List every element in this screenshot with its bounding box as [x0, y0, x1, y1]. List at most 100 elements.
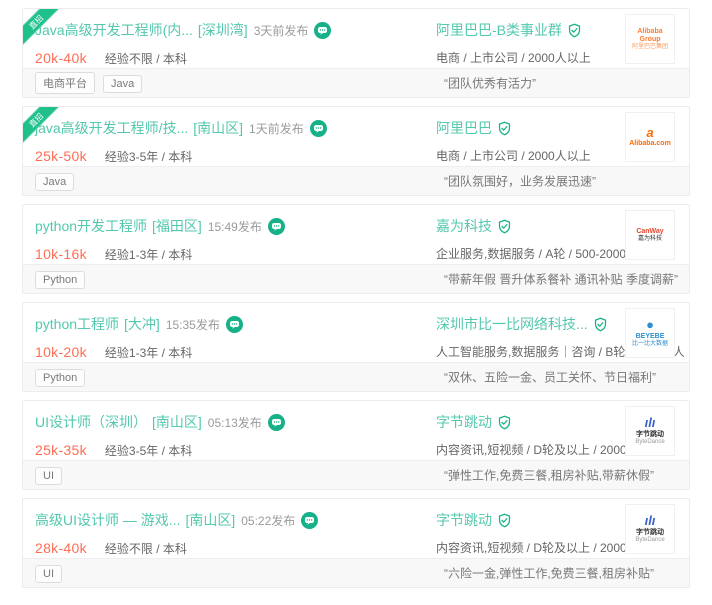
job-title-link[interactable]: Java高级开发工程师(内... [深圳湾] [35, 20, 248, 40]
company-welfare-quote: “团队优秀有活力” [444, 75, 536, 92]
company-column: 嘉为科技 企业服务,数据服务 / A轮 / 500-2000人 [436, 216, 638, 262]
chat-bubble-icon[interactable] [226, 316, 243, 333]
experience-education: 经验3-5年 / 本科 [105, 442, 192, 459]
job-title[interactable]: python开发工程师 [35, 216, 147, 236]
shield-check-icon [567, 23, 582, 38]
job-title[interactable]: python工程师 [35, 314, 119, 334]
logo-symbol: ılı [645, 416, 656, 431]
job-title-link[interactable]: 高级UI设计师 — 游戏... [南山区] [35, 510, 235, 530]
chat-bubble-icon[interactable] [268, 414, 285, 431]
job-location[interactable]: [南山区] [185, 510, 235, 530]
company-column: 阿里巴巴-B类事业群 电商 / 上市公司 / 2000人以上 [436, 20, 591, 66]
company-welfare-quote: “双休、五险一金、员工关怀、节日福利” [444, 369, 656, 386]
job-card-footer: 电商平台 Java “团队优秀有活力” [23, 68, 689, 97]
tag-list: 电商平台 Java [35, 72, 150, 94]
company-welfare-quote: “带薪年假 晋升体系餐补 通讯补贴 季度调薪” [444, 271, 678, 288]
company-name[interactable]: 嘉为科技 [436, 216, 492, 236]
job-card-footer: Python “双休、五险一金、员工关怀、节日福利” [23, 362, 689, 391]
job-card[interactable]: 高级UI设计师 — 游戏... [南山区] 05:22发布 28k [22, 498, 690, 588]
company-name[interactable]: 字节跳动 [436, 412, 492, 432]
publish-time: 05:22发布 [241, 512, 295, 529]
job-card-main: python开发工程师 [福田区] 15:49发布 10k-16k [23, 205, 689, 264]
job-title-link[interactable]: python开发工程师 [福田区] [35, 216, 202, 236]
logo-line1: Alibaba Group [626, 28, 674, 44]
company-name[interactable]: 阿里巴巴-B类事业群 [436, 20, 562, 40]
logo-line1: 字节跳动 [636, 431, 664, 439]
experience-education: 经验1-3年 / 本科 [105, 344, 192, 361]
company-welfare-quote: “六险一金,弹性工作,免费三餐,租房补贴” [444, 565, 654, 582]
logo-line1: Alibaba.com [629, 140, 671, 148]
job-tag: Python [35, 369, 85, 387]
logo-line1: CanWay [636, 228, 663, 236]
job-title-link[interactable]: UI设计师（深圳） [南山区] [35, 412, 202, 432]
logo-line2: 比一比大数据 [632, 341, 668, 348]
company-logo: Alibaba Group 阿里巴巴集团 [625, 14, 675, 64]
logo-line1: BEYEBE [636, 333, 665, 341]
job-card-footer: UI “六险一金,弹性工作,免费三餐,租房补贴” [23, 558, 689, 587]
job-card[interactable]: UI设计师（深圳） [南山区] 05:13发布 25k-35k [22, 400, 690, 490]
logo-line2: ByteDance [635, 439, 664, 446]
chat-bubble-icon[interactable] [268, 218, 285, 235]
job-title[interactable]: 高级UI设计师 — 游戏... [35, 510, 180, 530]
chat-bubble-icon[interactable] [301, 512, 318, 529]
direct-hire-ribbon: 直招 [22, 8, 64, 50]
salary: 25k-50k [35, 148, 87, 164]
experience-education: 经验3-5年 / 本科 [105, 148, 192, 165]
job-location[interactable]: [福田区] [152, 216, 202, 236]
company-name[interactable]: 阿里巴巴 [436, 118, 492, 138]
shield-check-icon [497, 121, 512, 136]
job-location[interactable]: [南山区] [193, 118, 243, 138]
publish-time: 1天前发布 [249, 120, 304, 137]
logo-line2: 阿里巴巴集团 [632, 44, 668, 51]
job-card-footer: Java “团队氛围好，业务发展迅速” [23, 166, 689, 195]
tag-list: Python [35, 270, 93, 289]
company-name[interactable]: 字节跳动 [436, 510, 492, 530]
job-location[interactable]: [南山区] [152, 412, 202, 432]
job-card[interactable]: 直招 Java高级开发工程师(内... [深圳湾] 3天前发布 [22, 8, 690, 98]
job-location[interactable]: [大冲] [124, 314, 160, 334]
tag-list: UI [35, 466, 70, 485]
shield-check-icon [497, 415, 512, 430]
chat-bubble-icon[interactable] [314, 22, 331, 39]
chat-bubble-icon[interactable] [310, 120, 327, 137]
company-logo: ● BEYEBE 比一比大数据 [625, 308, 675, 358]
job-card[interactable]: python工程师 [大冲] 15:35发布 10k-20k [22, 302, 690, 392]
job-location[interactable]: [深圳湾] [198, 20, 248, 40]
company-info: 企业服务,数据服务 / A轮 / 500-2000人 [436, 245, 638, 262]
logo-line2: 嘉为科技 [638, 236, 662, 243]
publish-time: 15:35发布 [166, 316, 220, 333]
company-row: 阿里巴巴-B类事业群 [436, 20, 591, 40]
job-card-footer: UI “弹性工作,免费三餐,租房补贴,带薪休假” [23, 460, 689, 489]
publish-time: 05:13发布 [208, 414, 262, 431]
direct-hire-ribbon-label: 直招 [22, 106, 62, 146]
publish-time: 3天前发布 [254, 22, 309, 39]
salary: 10k-16k [35, 246, 87, 262]
logo-symbol: ılı [645, 514, 656, 529]
company-welfare-quote: “弹性工作,免费三餐,租房补贴,带薪休假” [444, 467, 654, 484]
salary: 20k-40k [35, 50, 87, 66]
publish-time: 15:49发布 [208, 218, 262, 235]
job-title[interactable]: UI设计师（深圳） [35, 412, 147, 432]
job-title-row: java高级开发工程师/技... [南山区] 1天前发布 [35, 118, 689, 138]
logo-line2: ByteDance [635, 537, 664, 544]
job-card[interactable]: 直招 java高级开发工程师/技... [南山区] 1天前发布 [22, 106, 690, 196]
shield-check-icon [593, 317, 608, 332]
shield-check-icon [497, 513, 512, 528]
job-tag: Java [103, 75, 142, 93]
company-logo: a Alibaba.com [625, 112, 675, 162]
tag-list: UI [35, 564, 70, 583]
job-title-link[interactable]: java高级开发工程师/技... [南山区] [35, 118, 243, 138]
salary: 28k-40k [35, 540, 87, 556]
job-list: 直招 Java高级开发工程师(内... [深圳湾] 3天前发布 [22, 8, 690, 588]
job-title-link[interactable]: python工程师 [大冲] [35, 314, 160, 334]
company-logo: ılı 字节跳动 ByteDance [625, 406, 675, 456]
job-card-footer: Python “带薪年假 晋升体系餐补 通讯补贴 季度调薪” [23, 264, 689, 293]
job-tag: 电商平台 [35, 72, 95, 94]
company-name[interactable]: 深圳市比一比网络科技... [436, 314, 588, 334]
job-card-main: Java高级开发工程师(内... [深圳湾] 3天前发布 20k- [23, 9, 689, 68]
job-card[interactable]: python开发工程师 [福田区] 15:49发布 10k-16k [22, 204, 690, 294]
logo-line1: 字节跳动 [636, 529, 664, 537]
company-row: 嘉为科技 [436, 216, 638, 236]
company-info: 电商 / 上市公司 / 2000人以上 [436, 147, 591, 164]
tag-list: Python [35, 368, 93, 387]
